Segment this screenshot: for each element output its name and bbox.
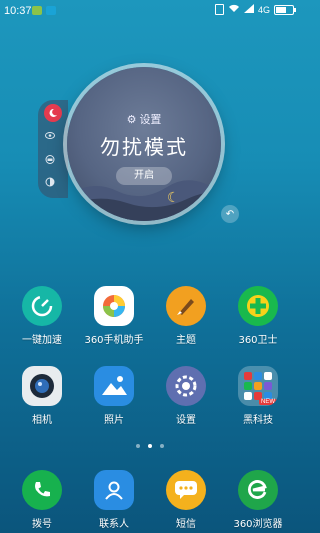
- notification-app-icon: [32, 6, 42, 15]
- app-label: 短信: [176, 519, 196, 530]
- battery-level-fill: [276, 6, 286, 13]
- page-indicator: [0, 444, 300, 448]
- photos-icon: [94, 366, 134, 406]
- paintbrush-icon: [166, 286, 206, 326]
- app-label: 照片: [104, 415, 124, 426]
- enable-mode-button[interactable]: 开启: [116, 167, 172, 185]
- new-badge: NEW: [259, 399, 277, 405]
- car-icon[interactable]: [42, 151, 58, 167]
- contrast-icon[interactable]: [42, 174, 58, 190]
- network-type: 4G: [257, 4, 270, 15]
- app-themes[interactable]: 主题: [153, 286, 219, 346]
- app-label: 相机: [32, 415, 52, 426]
- gear-icon: [166, 366, 206, 406]
- folder-icon: NEW: [238, 366, 278, 406]
- browser-icon: [238, 470, 278, 510]
- dock-browser[interactable]: 360浏览器: [225, 470, 291, 530]
- dock-contacts[interactable]: 联系人: [81, 470, 147, 530]
- app-label: 360手机助手: [84, 335, 144, 346]
- vibrate-icon: [214, 4, 224, 15]
- page-dot[interactable]: [160, 444, 164, 448]
- dock-phone[interactable]: 拨号: [9, 470, 75, 530]
- app-photos[interactable]: 照片: [81, 366, 147, 426]
- status-time: 10:37: [4, 5, 32, 17]
- app-label: 黑科技: [243, 415, 273, 426]
- back-arrow-icon: ↶: [225, 208, 235, 220]
- moon-icon[interactable]: [44, 104, 62, 122]
- speedometer-icon: [22, 286, 62, 326]
- page-dot-active[interactable]: [148, 444, 152, 448]
- message-icon: [166, 470, 206, 510]
- mode-title: 勿扰模式: [100, 135, 188, 159]
- status-bar: 10:37 4G: [0, 0, 300, 22]
- dock-messages[interactable]: 短信: [153, 470, 219, 530]
- app-360-assistant[interactable]: 360手机助手: [81, 286, 147, 346]
- gear-icon: ⚙: [126, 113, 137, 126]
- app-label: 联系人: [99, 519, 129, 530]
- crescent-moon-icon: ☾: [167, 190, 180, 206]
- camera-icon: [22, 366, 62, 406]
- app-label: 主题: [176, 335, 196, 346]
- settings-label: 设置: [139, 113, 162, 126]
- contacts-icon: [94, 470, 134, 510]
- wifi-icon: [228, 4, 240, 15]
- widget-settings-link[interactable]: ⚙ 设置: [67, 111, 221, 127]
- app-360-security[interactable]: 360卫士: [225, 286, 291, 346]
- collapse-widget-button[interactable]: ↶: [221, 205, 239, 223]
- eye-icon[interactable]: [42, 127, 58, 143]
- app-store-icon: [94, 286, 134, 326]
- phone-icon: [22, 470, 62, 510]
- shield-plus-icon: [238, 286, 278, 326]
- app-camera[interactable]: 相机: [9, 366, 75, 426]
- signal-icon: [243, 4, 254, 15]
- battery-icon: [274, 4, 296, 15]
- do-not-disturb-widget: ⚙ 设置 勿扰模式 开启 ☾: [67, 67, 221, 221]
- app-folder-black-tech[interactable]: NEW 黑科技: [225, 366, 291, 426]
- app-label: 拨号: [32, 519, 52, 530]
- app-settings[interactable]: 设置: [153, 366, 219, 426]
- app-label: 360卫士: [238, 335, 278, 346]
- notification-app-icon-2: [46, 6, 56, 15]
- app-one-key-speedup[interactable]: 一键加速: [9, 286, 75, 346]
- app-label: 360浏览器: [233, 519, 283, 530]
- page-dot[interactable]: [136, 444, 140, 448]
- app-label: 一键加速: [22, 335, 62, 346]
- status-indicators: 4G: [214, 4, 296, 15]
- app-label: 设置: [176, 415, 196, 426]
